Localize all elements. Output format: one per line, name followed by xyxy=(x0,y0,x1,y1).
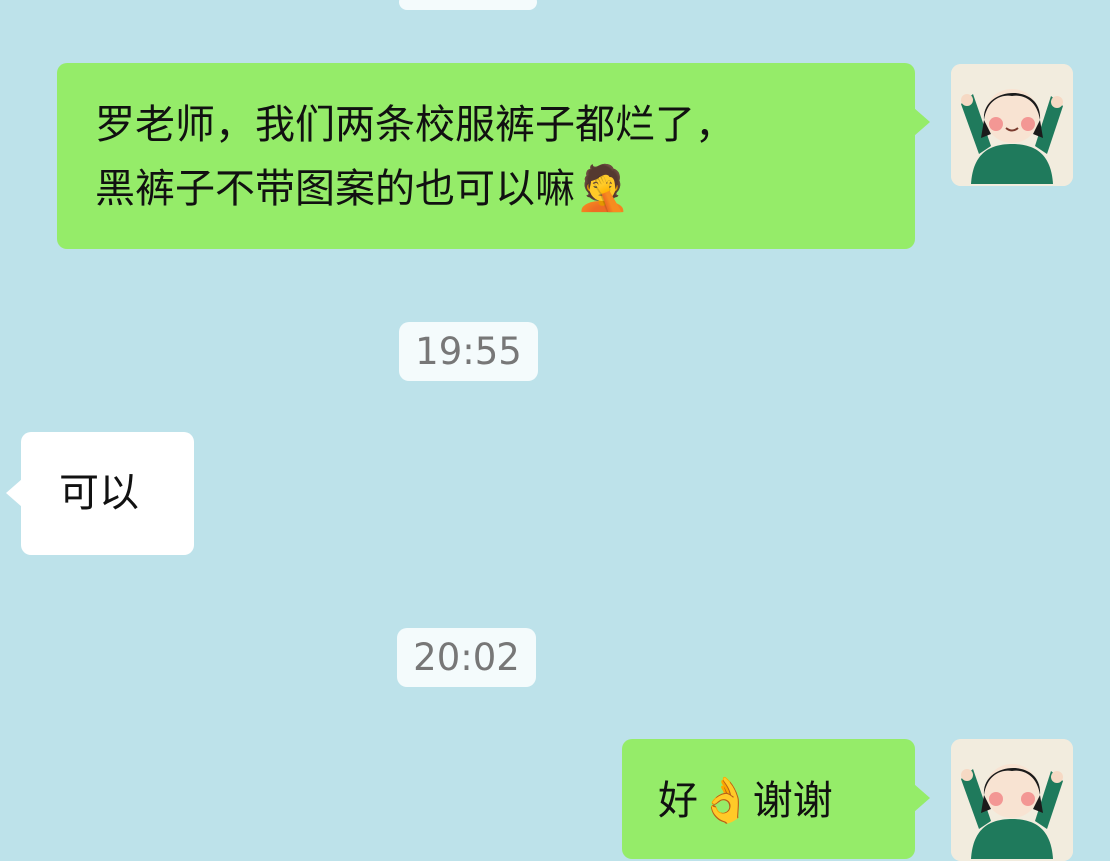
message-text: 好 xyxy=(658,778,698,824)
ok-hand-emoji-icon: 👌 xyxy=(698,775,753,826)
message-bubble-outgoing[interactable]: 罗老师，我们两条校服裤子都烂了， 黑裤子不带图案的也可以嘛🤦 xyxy=(57,63,930,249)
user-avatar[interactable] xyxy=(951,64,1073,186)
message-text-line: 黑裤子不带图案的也可以嘛🤦 xyxy=(95,157,895,221)
timestamp: 20:02 xyxy=(397,628,536,687)
message-text: 黑裤子不带图案的也可以嘛 xyxy=(95,166,575,212)
message-text: 谢谢 xyxy=(752,778,833,824)
message-text: 可以 xyxy=(59,470,139,516)
timestamp-top-partial xyxy=(399,0,537,10)
timestamp: 19:55 xyxy=(399,322,538,381)
user-avatar[interactable] xyxy=(951,739,1073,861)
girl-avatar-icon xyxy=(951,739,1073,861)
message-text-line: 罗老师，我们两条校服裤子都烂了， xyxy=(95,102,735,148)
message-bubble-incoming[interactable]: 可以 xyxy=(6,432,194,555)
message-bubble-outgoing[interactable]: 好👌谢谢 xyxy=(622,739,930,859)
girl-avatar-icon xyxy=(951,64,1073,186)
facepalm-emoji-icon: 🤦 xyxy=(575,163,630,214)
